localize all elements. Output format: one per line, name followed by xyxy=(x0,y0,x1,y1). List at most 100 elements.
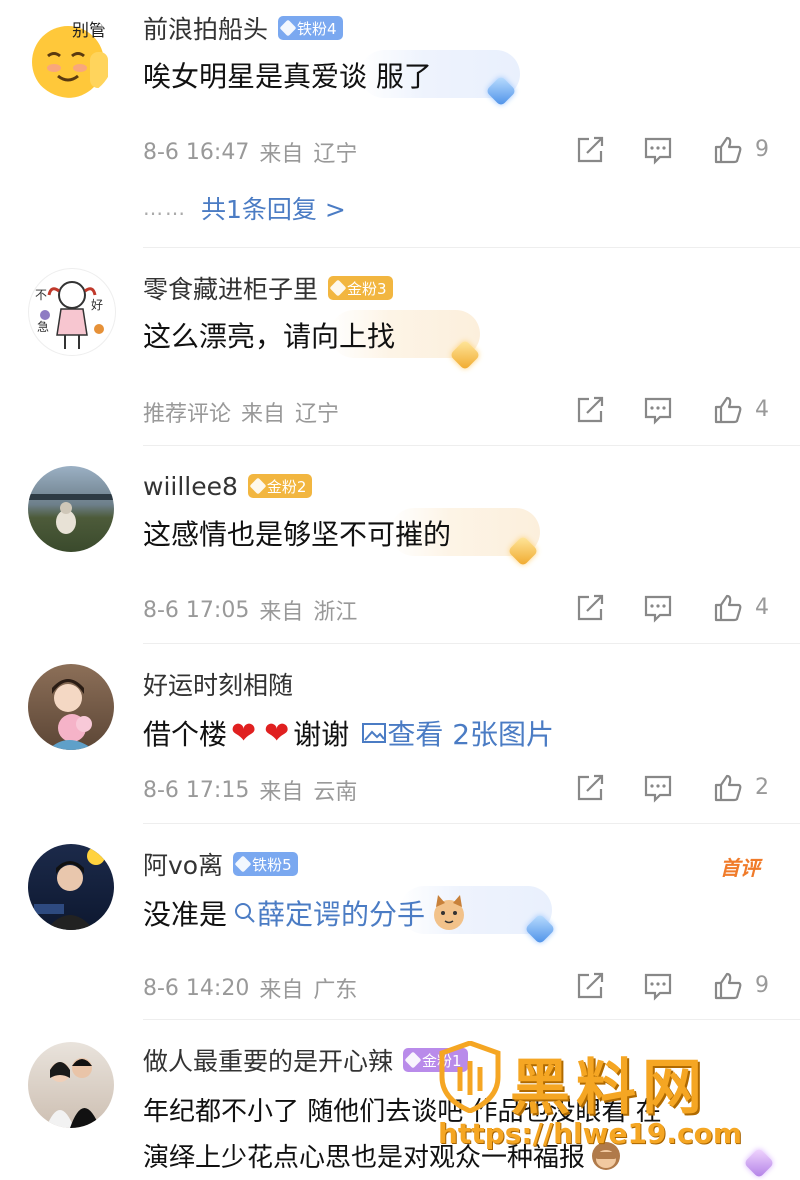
bubble-diamond-icon xyxy=(484,74,518,108)
avatar[interactable] xyxy=(28,844,114,930)
comment-text-content: 没准是 xyxy=(143,898,228,931)
comment-text: 这感情也是够坚不可摧的 xyxy=(143,508,451,558)
comment-actions: 9 xyxy=(575,133,775,173)
like-count: 2 xyxy=(755,775,769,800)
fan-badge-label: 铁粉4 xyxy=(297,19,337,38)
share-icon[interactable] xyxy=(575,135,605,165)
like-count: 9 xyxy=(755,973,769,998)
comment-location: 广东 xyxy=(313,978,358,1003)
fan-badge-label: 金粉3 xyxy=(347,279,387,298)
replies-link[interactable]: …… 共1条回复 > xyxy=(143,188,346,228)
image-icon xyxy=(362,723,387,743)
comment-date: 8-6 17:15 xyxy=(143,777,250,803)
topic-search-link[interactable]: 薛定谔的分手 xyxy=(233,893,425,933)
comment-4: 好运时刻相随 借个楼 ❤ ❤ 谢谢 查看 2张图片 8-6 17:15 来自 云… xyxy=(0,644,800,824)
avatar[interactable] xyxy=(28,664,114,750)
username[interactable]: 做人最重要的是开心辣 xyxy=(143,1042,393,1078)
comment-icon[interactable] xyxy=(643,773,673,803)
comment-text-content: 这感情也是够坚不可摧的 xyxy=(143,518,452,551)
comment-actions: 2 xyxy=(575,771,775,811)
like-icon[interactable] xyxy=(713,773,743,803)
comment-1: 别管 前浪拍船头 铁粉4 唉女明星是真爱谈 服了 8-6 16:47 来自 辽宁… xyxy=(0,0,800,248)
username-row: 阿vo离 铁粉5 xyxy=(143,844,298,884)
like-count: 4 xyxy=(755,397,769,422)
reply-count-label[interactable]: 共1条回复 > xyxy=(201,190,346,226)
like-icon[interactable] xyxy=(713,971,743,1001)
comment-from: 来自 xyxy=(259,780,304,805)
comment-meta: 推荐评论 来自 辽宁 xyxy=(143,394,339,430)
comment-from: 来自 xyxy=(241,402,286,427)
share-icon[interactable] xyxy=(575,971,605,1001)
comment-text-content: 年纪都不小了 随他们去谈吧 作品也没眼看 在 xyxy=(143,1096,662,1127)
bubble-crown-icon xyxy=(506,534,540,568)
username-row: 好运时刻相随 xyxy=(143,664,293,704)
comment-text-line-2: 演绎上少花点心思也是对观众一种福报 xyxy=(143,1130,623,1180)
username[interactable]: 好运时刻相随 xyxy=(143,666,293,702)
comment-text-thanks: 谢谢 xyxy=(293,718,350,751)
comment-icon[interactable] xyxy=(643,135,673,165)
like-count: 9 xyxy=(755,137,769,162)
comment-text-content: 借个楼 xyxy=(143,718,228,751)
heart-icon: ❤ xyxy=(231,715,257,751)
comment-date: 8-6 17:05 xyxy=(143,597,250,623)
fan-badge[interactable]: 铁粉5 xyxy=(233,852,298,876)
comment-from: 来自 xyxy=(259,142,304,167)
comment-text: 借个楼 ❤ ❤ 谢谢 查看 2张图片 xyxy=(143,708,554,758)
comment-date: 8-6 14:20 xyxy=(143,975,250,1001)
share-icon[interactable] xyxy=(575,593,605,623)
comment-location: 浙江 xyxy=(313,600,358,625)
username-row: wiillee8 金粉2 xyxy=(143,466,313,506)
search-icon xyxy=(235,903,255,923)
username[interactable]: 前浪拍船头 xyxy=(143,10,268,46)
heart-icon: ❤ xyxy=(264,715,290,751)
fan-badge[interactable]: 金粉3 xyxy=(328,276,393,300)
comment-text: 唉女明星是真爱谈 服了 xyxy=(143,50,432,100)
username-row: 前浪拍船头 铁粉4 xyxy=(143,8,343,48)
comment-date: 推荐评论 xyxy=(143,402,232,427)
diamond-icon xyxy=(249,477,267,495)
avatar[interactable]: 别管 xyxy=(28,12,114,98)
comment-text: 这么漂亮，请向上找 xyxy=(143,310,395,360)
fan-badge-label: 金粉1 xyxy=(422,1051,462,1070)
fan-badge[interactable]: 铁粉4 xyxy=(278,16,343,40)
comment-icon[interactable] xyxy=(643,971,673,1001)
svg-text:好: 好 xyxy=(91,298,103,312)
avatar-label: 别管 xyxy=(72,21,106,41)
fan-badge[interactable]: 金粉2 xyxy=(247,474,313,498)
comment-meta: 8-6 17:15 来自 云南 xyxy=(143,772,357,808)
svg-text:急: 急 xyxy=(37,319,49,334)
reply-dots: …… xyxy=(143,196,187,220)
like-icon[interactable] xyxy=(713,593,743,623)
cat-emoji-icon xyxy=(434,895,465,930)
avatar[interactable]: 不 好 急 xyxy=(28,268,116,356)
first-comment-badge: 首评 xyxy=(720,856,760,880)
svg-text:不: 不 xyxy=(35,288,47,302)
share-icon[interactable] xyxy=(575,395,605,425)
comment-icon[interactable] xyxy=(643,395,673,425)
comment-icon[interactable] xyxy=(643,593,673,623)
comment-from: 来自 xyxy=(259,600,304,625)
username[interactable]: 零食藏进柜子里 xyxy=(143,270,318,306)
comment-5: 阿vo离 铁粉5 首评 没准是 薛定谔的分手 8-6 14:20 来自 广东 9 xyxy=(0,824,800,1020)
like-icon[interactable] xyxy=(713,135,743,165)
bubble-diamond-icon xyxy=(742,1146,776,1180)
comment-meta: 8-6 17:05 来自 浙江 xyxy=(143,592,357,628)
diamond-icon xyxy=(404,1051,422,1069)
share-icon[interactable] xyxy=(575,773,605,803)
like-icon[interactable] xyxy=(713,395,743,425)
comment-text-line-1: 年纪都不小了 随他们去谈吧 作品也没眼看 在 xyxy=(143,1084,662,1134)
comment-2: 不 好 急 零食藏进柜子里 金粉3 这么漂亮，请向上找 推荐评论 来自 辽宁 4 xyxy=(0,248,800,446)
comment-text: 没准是 薛定谔的分手 xyxy=(143,888,469,938)
avatar[interactable] xyxy=(28,466,114,552)
comment-text-content-2: 演绎上少花点心思也是对观众一种福报 xyxy=(143,1142,586,1173)
topic-search-label: 薛定谔的分手 xyxy=(257,898,426,931)
comment-from: 来自 xyxy=(259,978,304,1003)
view-images-link[interactable]: 查看 2张图片 xyxy=(361,713,554,753)
avatar[interactable] xyxy=(28,1042,114,1128)
comment-6: 做人最重要的是开心辣 金粉1 年纪都不小了 随他们去谈吧 作品也没眼看 在 演绎… xyxy=(0,1020,800,1179)
username[interactable]: wiillee8 xyxy=(143,472,238,501)
monkey-emoji-icon xyxy=(592,1142,621,1170)
comment-text-content: 这么漂亮，请向上找 xyxy=(143,320,396,353)
username[interactable]: 阿vo离 xyxy=(143,846,223,882)
fan-badge[interactable]: 金粉1 xyxy=(403,1048,468,1072)
